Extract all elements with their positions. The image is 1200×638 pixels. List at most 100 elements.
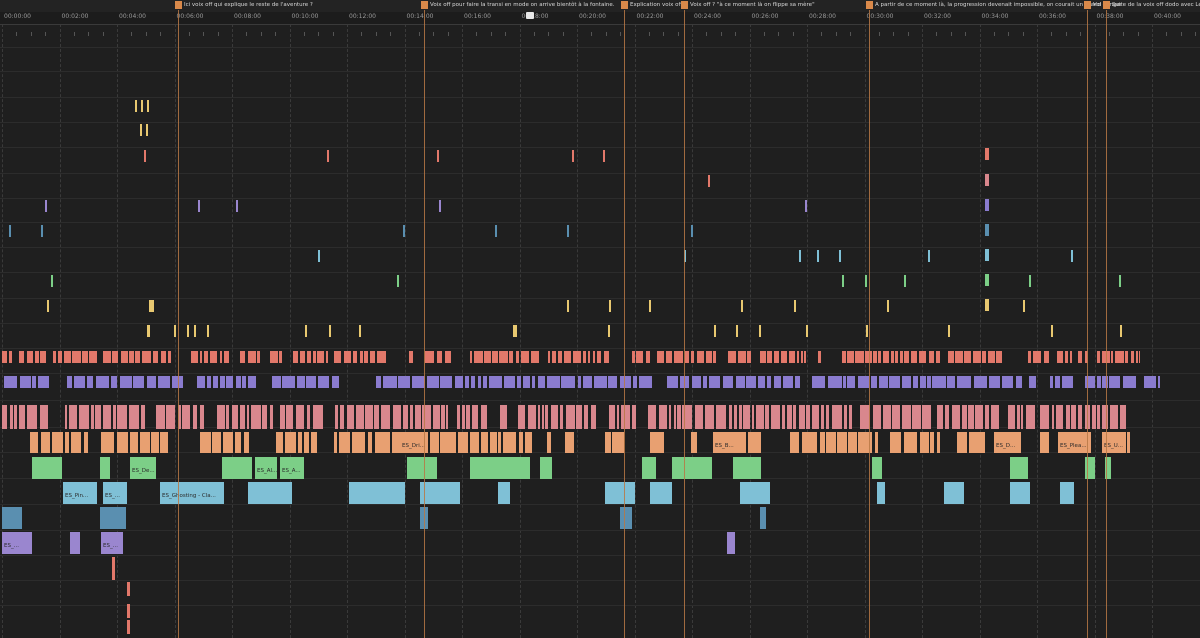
- timeline-clip[interactable]: [83, 432, 89, 453]
- timeline-clip[interactable]: [593, 351, 596, 363]
- timeline-clip[interactable]: [8, 351, 13, 363]
- timeline-clip[interactable]: [827, 376, 842, 388]
- timeline-clip[interactable]: [576, 405, 582, 429]
- timeline-clip[interactable]: [32, 457, 62, 479]
- timeline-clip[interactable]: [788, 351, 796, 363]
- timeline-clip[interactable]: [944, 482, 964, 504]
- timeline-clip[interactable]: [327, 150, 330, 162]
- timeline-clip[interactable]: [150, 432, 159, 453]
- timeline-clip[interactable]: [786, 405, 792, 429]
- timeline-clip[interactable]: [968, 432, 985, 453]
- timeline-clip[interactable]: [129, 432, 139, 453]
- timeline-clip[interactable]: [825, 432, 836, 453]
- timeline-clip[interactable]: [437, 351, 443, 363]
- timeline-clip[interactable]: [911, 351, 917, 363]
- timeline-clip[interactable]: [340, 405, 345, 429]
- timeline-clip[interactable]: [147, 325, 150, 337]
- timeline-clip[interactable]: [306, 376, 317, 388]
- timeline-clip[interactable]: [1007, 405, 1016, 429]
- timeline-clip[interactable]: [842, 275, 845, 287]
- timeline-clip[interactable]: [335, 405, 339, 429]
- timeline-clip[interactable]: [27, 405, 37, 429]
- timeline-clip[interactable]: [402, 225, 405, 237]
- timeline-clip[interactable]: [605, 482, 635, 504]
- timeline-clip[interactable]: [1028, 275, 1031, 287]
- timeline-clip[interactable]: [692, 376, 702, 388]
- timeline-clip[interactable]: [947, 325, 950, 337]
- timeline-clip[interactable]: [492, 351, 498, 363]
- timeline-clip[interactable]: [669, 405, 672, 429]
- timeline-clip[interactable]: [363, 351, 368, 363]
- timeline-clip[interactable]: [64, 432, 70, 453]
- timeline-clip[interactable]: [193, 325, 196, 337]
- timeline-clip[interactable]: [1097, 376, 1101, 388]
- timeline-clip[interactable]: [743, 405, 751, 429]
- timeline-clip[interactable]: [874, 432, 879, 453]
- timeline-clip[interactable]: [19, 351, 24, 363]
- timeline-clip[interactable]: [35, 351, 39, 363]
- timeline-clip[interactable]: [521, 351, 530, 363]
- timeline-clip[interactable]: [891, 351, 895, 363]
- timeline-clip[interactable]: [439, 376, 453, 388]
- timeline-clip[interactable]: [397, 275, 399, 287]
- timeline-clip[interactable]: [806, 325, 809, 337]
- timeline-clip[interactable]: [550, 405, 559, 429]
- timeline-clip[interactable]: [1055, 405, 1063, 429]
- timeline-clip[interactable]: [927, 376, 931, 388]
- timeline-clip[interactable]: [728, 351, 737, 363]
- timeline-clip[interactable]: [192, 405, 198, 429]
- timeline-clip[interactable]: [279, 351, 282, 363]
- timeline-clip[interactable]: [789, 432, 800, 453]
- timeline-clip[interactable]: [759, 351, 767, 363]
- timeline-clip[interactable]: [51, 275, 54, 287]
- timeline-clip[interactable]: [470, 457, 530, 479]
- timeline-clip[interactable]: [964, 351, 972, 363]
- timeline-clip[interactable]: [736, 325, 739, 337]
- timeline-clip[interactable]: [912, 405, 922, 429]
- timeline-clip[interactable]: [1029, 376, 1037, 388]
- timeline-clip[interactable]: [1017, 405, 1021, 429]
- timeline-clip[interactable]: [755, 405, 764, 429]
- timeline-clip[interactable]: [313, 351, 317, 363]
- timeline-clip[interactable]: [1158, 376, 1160, 388]
- timeline-clip[interactable]: [461, 405, 466, 429]
- timeline-clip[interactable]: [774, 351, 779, 363]
- timeline-clip[interactable]: [985, 224, 989, 236]
- timeline-marker[interactable]: Voix off ? "à ce moment là on flippe sa …: [681, 0, 815, 10]
- timeline-clip[interactable]: [767, 351, 773, 363]
- timeline-clip[interactable]: [811, 376, 826, 388]
- timeline-clip[interactable]: [968, 405, 975, 429]
- timeline-clip[interactable]: [307, 351, 311, 363]
- timeline-clip[interactable]: [351, 432, 366, 453]
- timeline-clip[interactable]: [650, 482, 672, 504]
- timeline-clip[interactable]: [234, 432, 242, 453]
- timeline-clip[interactable]: [1033, 351, 1042, 363]
- timeline-clip[interactable]: ES_De...: [130, 457, 156, 479]
- timeline-clip[interactable]: [577, 376, 582, 388]
- timeline-clip[interactable]: [410, 405, 414, 429]
- timeline-clip[interactable]: [47, 300, 50, 312]
- timeline-clip[interactable]: [352, 351, 358, 363]
- timeline-clip[interactable]: [590, 405, 597, 429]
- timeline-clip[interactable]: [73, 376, 86, 388]
- timeline-clip[interactable]: [325, 351, 329, 363]
- timeline-clip[interactable]: [128, 351, 135, 363]
- timeline-clip[interactable]: [100, 432, 114, 453]
- timeline-clip[interactable]: [527, 405, 536, 429]
- timeline-clip[interactable]: [538, 376, 546, 388]
- timeline-clip[interactable]: [380, 405, 391, 429]
- timeline-clip[interactable]: [158, 376, 170, 388]
- timeline-marker[interactable]: Voi: [1084, 0, 1101, 10]
- timeline-clip[interactable]: [1124, 351, 1129, 363]
- timeline-clip[interactable]: [866, 325, 869, 337]
- timeline-clip[interactable]: [596, 351, 602, 363]
- timeline-clip[interactable]: [235, 376, 241, 388]
- timeline-clip[interactable]: [928, 351, 934, 363]
- timeline-clip[interactable]: [932, 376, 946, 388]
- timeline-clip[interactable]: [446, 405, 449, 429]
- timeline-clip[interactable]: [429, 432, 439, 453]
- timeline-clip[interactable]: [212, 432, 222, 453]
- timeline-clip[interactable]: [160, 432, 169, 453]
- timeline-clip[interactable]: [1025, 405, 1035, 429]
- timeline-clip[interactable]: [181, 405, 191, 429]
